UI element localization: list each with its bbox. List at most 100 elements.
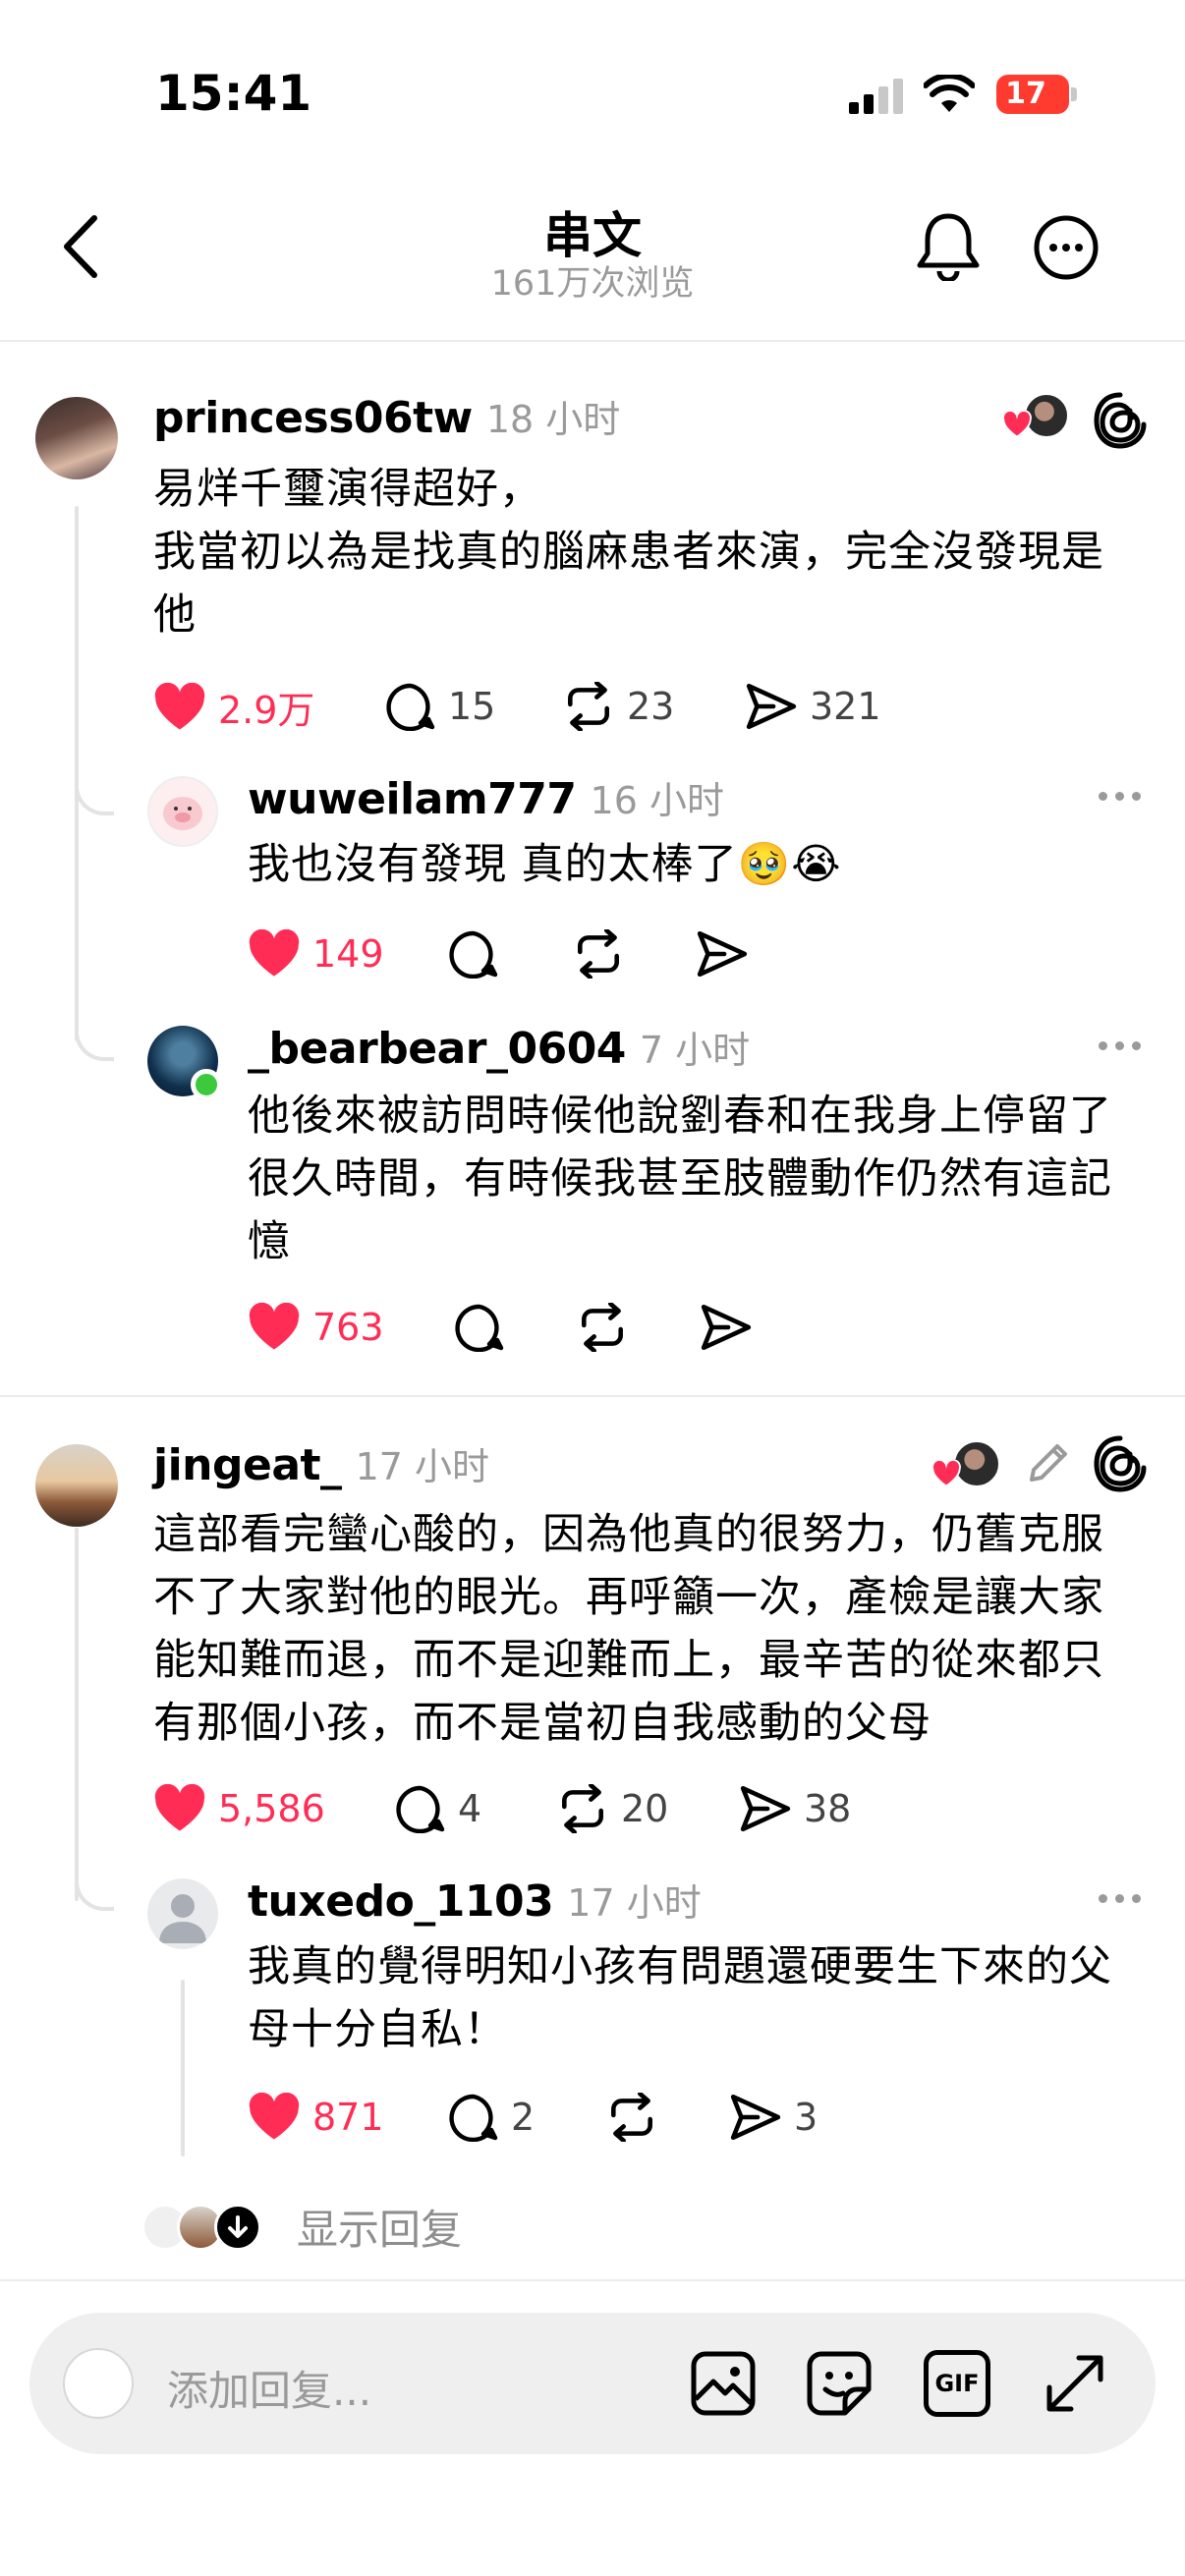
gif-label: GIF xyxy=(934,2370,980,2397)
more-icon[interactable] xyxy=(1099,1894,1141,1903)
comment-text: 這部看完蠻心酸的，因為他真的很努力，仍舊克服不了大家對他的眼光。再呼籲一次，產檢… xyxy=(153,1510,1104,1748)
like-count: 2.9万 xyxy=(218,689,315,732)
thread-line xyxy=(75,1528,79,1901)
timestamp: 16 小时 xyxy=(590,779,724,822)
comment-icon xyxy=(449,2094,498,2142)
repost-icon[interactable] xyxy=(576,1303,629,1352)
wifi-icon xyxy=(924,75,975,114)
gif-button[interactable]: GIF xyxy=(924,2350,990,2417)
timestamp: 7 小时 xyxy=(639,1029,751,1072)
comment-text: 我也沒有發現 真的太棒了🥹😭 xyxy=(248,840,842,889)
expand-icon[interactable] xyxy=(1042,2350,1108,2417)
thread-curve xyxy=(75,1872,114,1911)
repost-button[interactable]: 23 xyxy=(562,682,674,731)
share-count: 3 xyxy=(794,2096,818,2139)
signal-icon xyxy=(849,79,906,114)
liked-by-indicator xyxy=(930,1440,1004,1491)
battery-icon: 17 xyxy=(996,75,1077,114)
avatar[interactable] xyxy=(147,1878,218,1949)
comment-text: 我真的覺得明知小孩有問題還硬要生下來的父母十分自私！ xyxy=(248,1942,1112,2054)
sticker-icon[interactable] xyxy=(806,2350,873,2417)
like-button[interactable]: 2.9万 xyxy=(153,680,314,734)
bell-icon[interactable] xyxy=(916,210,981,281)
send-icon[interactable] xyxy=(696,929,749,979)
like-count: 763 xyxy=(312,1306,384,1349)
heart-icon xyxy=(1002,411,1032,438)
send-icon[interactable] xyxy=(700,1303,753,1352)
avatar[interactable] xyxy=(35,1444,118,1527)
like-button[interactable]: 763 xyxy=(248,1303,384,1352)
status-time: 15:41 xyxy=(155,65,312,122)
repost-count: 20 xyxy=(621,1787,669,1830)
back-button[interactable] xyxy=(61,214,100,279)
share-count: 38 xyxy=(804,1787,852,1830)
reply-button[interactable]: 2 xyxy=(448,2093,535,2142)
repost-icon xyxy=(568,682,609,731)
like-button[interactable]: 149 xyxy=(248,929,384,979)
share-button[interactable]: 38 xyxy=(739,1784,851,1833)
thread-line xyxy=(181,1980,185,2156)
share-count: 321 xyxy=(810,685,881,728)
like-button[interactable]: 5,586 xyxy=(153,1784,325,1833)
like-count: 871 xyxy=(312,2096,384,2139)
section-divider xyxy=(0,2279,1185,2281)
heart-icon xyxy=(931,1460,961,1487)
edit-icon[interactable] xyxy=(1024,1438,1073,1487)
thread-curve xyxy=(75,1022,114,1061)
arrow-down-icon xyxy=(214,2203,261,2251)
image-icon[interactable] xyxy=(690,2350,757,2417)
username[interactable]: _bearbear_0604 xyxy=(248,1024,626,1074)
reply-button[interactable]: 15 xyxy=(385,682,495,731)
username[interactable]: wuweilam777 xyxy=(248,774,577,824)
comment-icon[interactable] xyxy=(454,1303,505,1352)
timestamp: 17 小时 xyxy=(355,1445,489,1488)
header-divider xyxy=(0,340,1185,342)
timestamp: 17 小时 xyxy=(567,1881,702,1925)
comment-text: 他後來被訪問時候他說劉春和在我身上停留了很久時間，有時候我甚至肢體動作仍然有這記… xyxy=(248,1092,1112,1266)
username[interactable]: princess06tw xyxy=(153,393,473,443)
heart-filled-icon xyxy=(249,929,300,977)
threads-logo-icon[interactable] xyxy=(1093,391,1148,450)
send-icon xyxy=(740,1785,791,1832)
show-replies-button[interactable]: 显示回复 xyxy=(141,2197,462,2257)
comment-icon xyxy=(386,683,435,731)
repost-count: 23 xyxy=(627,685,675,728)
username[interactable]: jingeat_ xyxy=(153,1440,342,1490)
repost-icon[interactable] xyxy=(605,2093,658,2142)
heart-filled-icon xyxy=(154,1784,205,1831)
comment-text: 易烊千璽演得超好， 我當初以為是找真的腦麻患者來演，完全沒發現是他 xyxy=(153,465,1104,640)
reply-count: 4 xyxy=(458,1787,482,1830)
repost-icon xyxy=(562,1784,603,1833)
more-icon[interactable] xyxy=(1099,792,1141,801)
reply-count: 15 xyxy=(448,685,496,728)
username[interactable]: tuxedo_1103 xyxy=(248,1876,554,1927)
avatar[interactable] xyxy=(147,776,218,847)
status-bar: 15:41 17 xyxy=(0,0,1185,157)
thread-line xyxy=(75,506,79,1041)
repost-button[interactable]: 20 xyxy=(556,1784,668,1833)
view-count: 161万次浏览 xyxy=(490,264,695,304)
share-button[interactable]: 3 xyxy=(729,2093,818,2142)
comment-icon xyxy=(396,1785,445,1833)
heart-filled-icon xyxy=(249,1303,300,1350)
threads-logo-icon[interactable] xyxy=(1093,1434,1148,1493)
reply-button[interactable]: 4 xyxy=(395,1784,481,1833)
avatar[interactable] xyxy=(35,397,118,479)
like-count: 5,586 xyxy=(218,1787,325,1830)
heart-filled-icon xyxy=(249,2093,300,2140)
liked-by-indicator xyxy=(1002,393,1073,442)
reply-input[interactable]: 添加回复... xyxy=(167,2358,371,2418)
share-button[interactable]: 321 xyxy=(745,682,881,731)
more-options-button[interactable] xyxy=(1033,214,1100,281)
show-replies-label: 显示回复 xyxy=(297,2206,463,2254)
heart-filled-icon xyxy=(154,682,205,729)
repost-icon[interactable] xyxy=(572,929,625,979)
more-icon[interactable] xyxy=(1099,1041,1141,1050)
comment-icon[interactable] xyxy=(448,929,499,979)
like-button[interactable]: 871 xyxy=(248,2093,384,2142)
section-divider xyxy=(0,1395,1185,1397)
reply-composer[interactable]: 添加回复... GIF xyxy=(29,2313,1156,2454)
reply-count: 2 xyxy=(511,2096,536,2139)
timestamp: 18 小时 xyxy=(485,398,621,441)
avatar xyxy=(63,2348,134,2419)
